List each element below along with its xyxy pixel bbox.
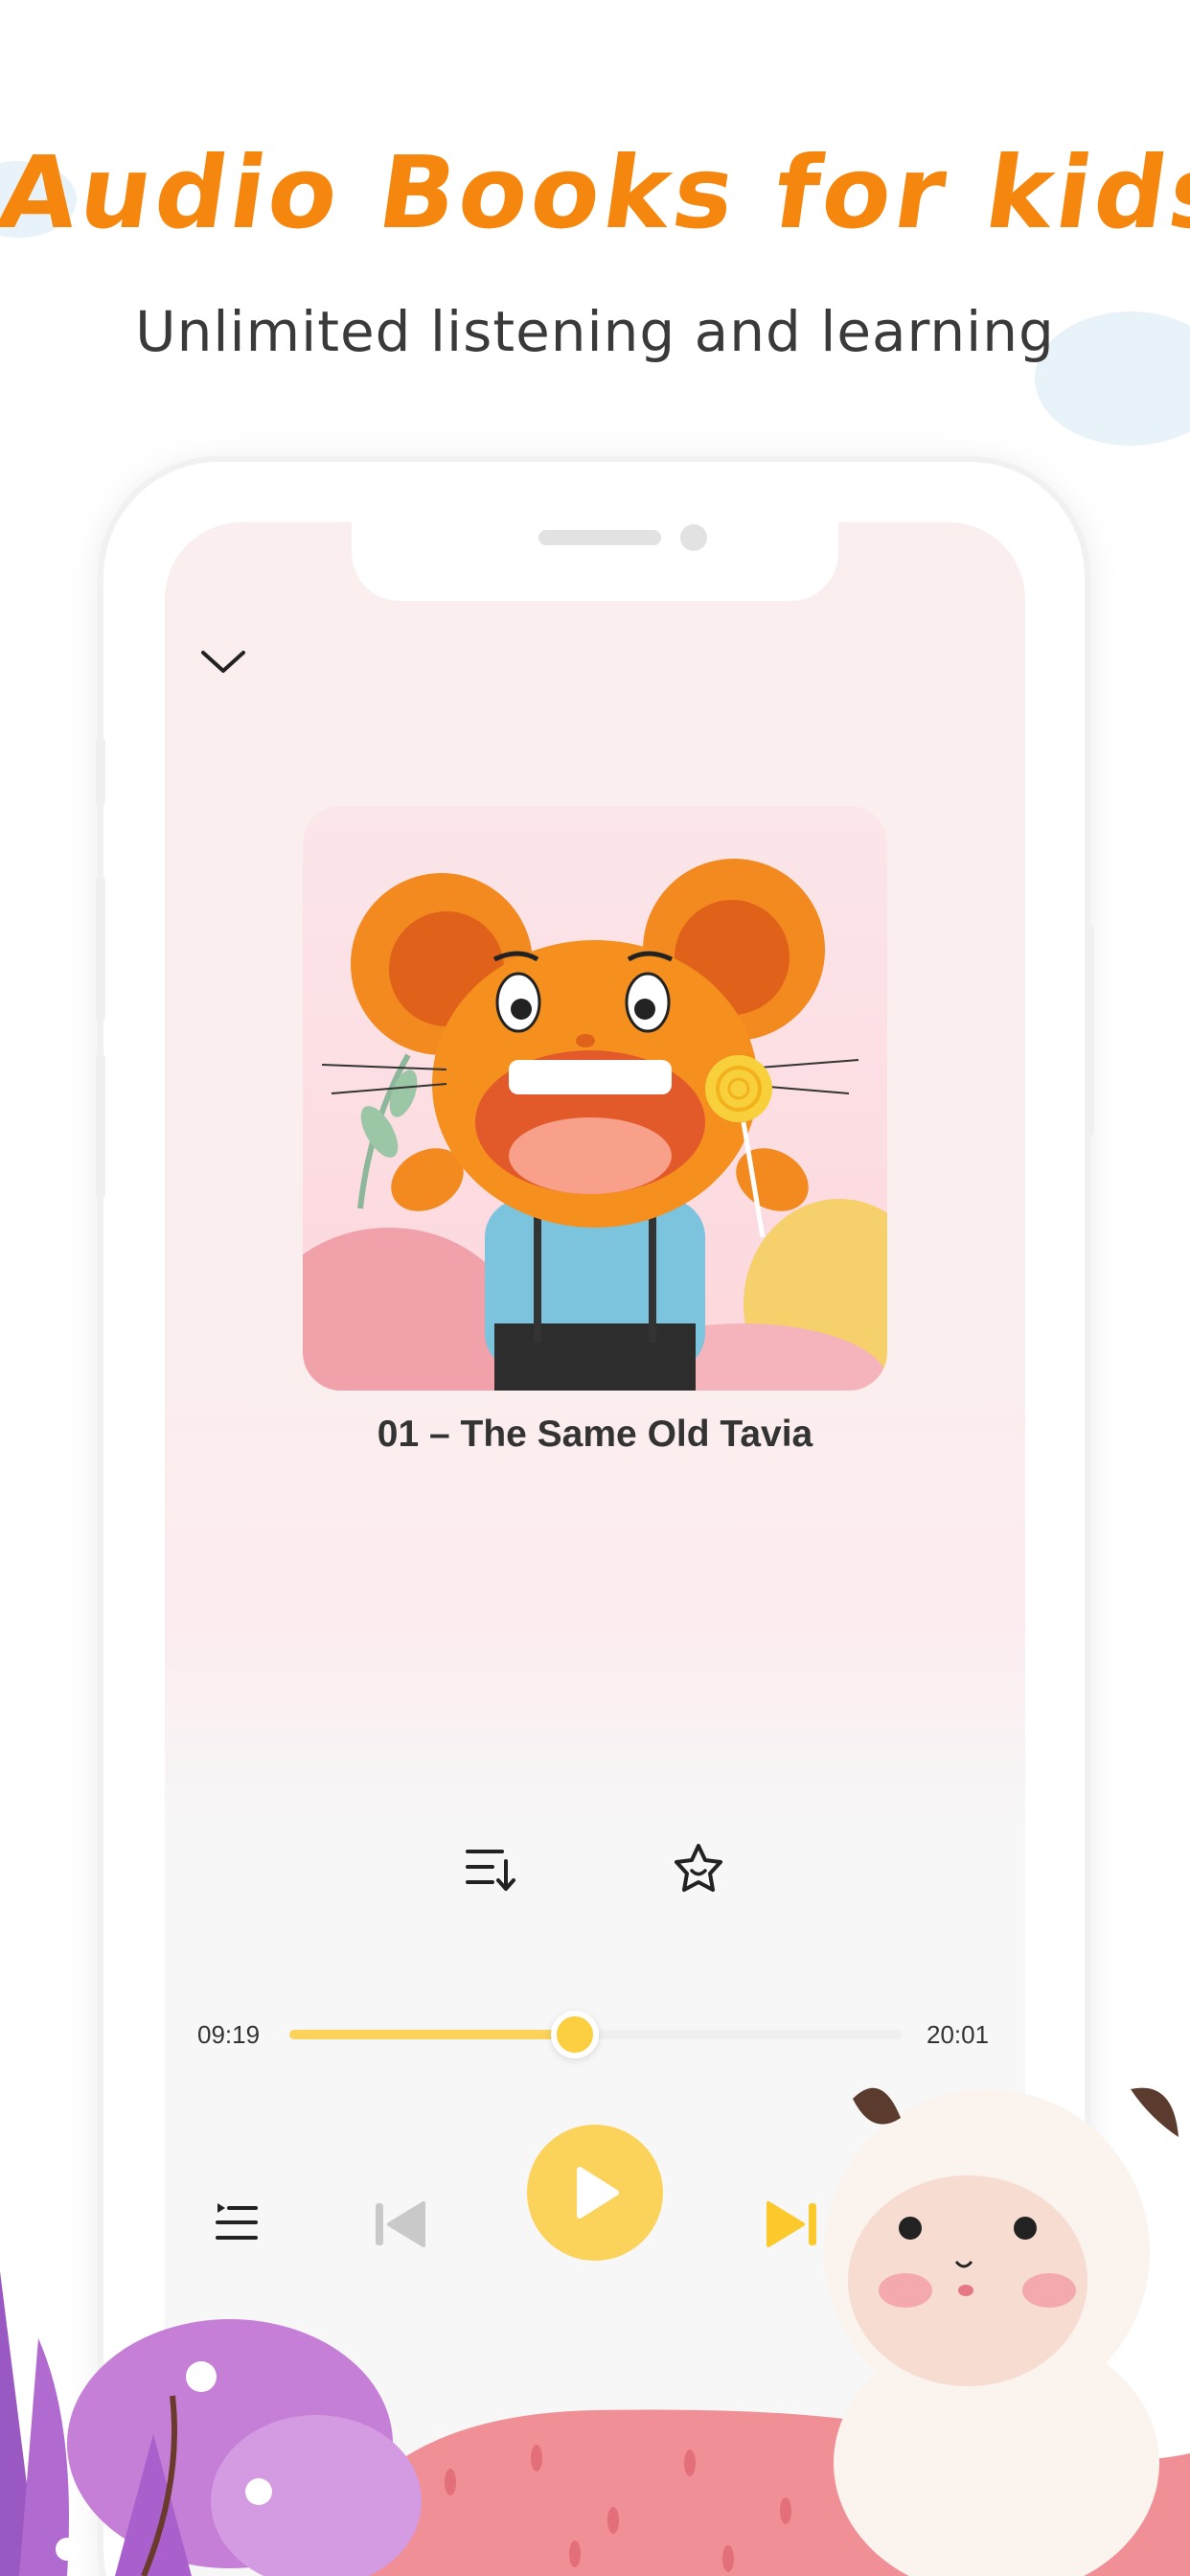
track-title: 01 – The Same Old Tavia bbox=[377, 1414, 813, 1455]
app-store-screenshot: Audio Books for kids Unlimited listening… bbox=[0, 0, 1190, 2576]
collapse-player-button[interactable] bbox=[194, 637, 253, 685]
progress-slider[interactable] bbox=[289, 2011, 903, 2058]
phone-side-button bbox=[96, 738, 105, 805]
sort-button[interactable] bbox=[457, 1835, 524, 1902]
speaker-grille bbox=[538, 530, 661, 545]
phone-side-button bbox=[96, 1054, 105, 1198]
chevron-down-icon bbox=[201, 651, 245, 673]
star-face-icon bbox=[675, 1844, 722, 1892]
play-icon bbox=[577, 2167, 619, 2219]
front-camera bbox=[680, 524, 707, 551]
sort-list-icon bbox=[466, 1850, 515, 1891]
purple-tree-decoration bbox=[0, 2271, 422, 2576]
mouse-character-illustration bbox=[303, 806, 887, 1391]
elapsed-time: 09:19 bbox=[197, 2020, 261, 2049]
subheadline: Unlimited listening and learning bbox=[135, 299, 1055, 364]
progress-fill bbox=[289, 2030, 575, 2039]
phone-side-button bbox=[1085, 925, 1094, 1136]
phone-side-button bbox=[96, 877, 105, 1021]
play-button[interactable] bbox=[527, 2125, 663, 2261]
headline: Audio Books for kids bbox=[0, 134, 1190, 251]
favorite-button[interactable] bbox=[663, 1833, 734, 1904]
phone-notch bbox=[352, 522, 838, 601]
total-time: 20:01 bbox=[927, 2020, 990, 2049]
album-cover-image bbox=[303, 806, 887, 1391]
sheep-character-decoration bbox=[824, 2087, 1179, 2576]
progress-knob[interactable] bbox=[550, 2011, 599, 2058]
